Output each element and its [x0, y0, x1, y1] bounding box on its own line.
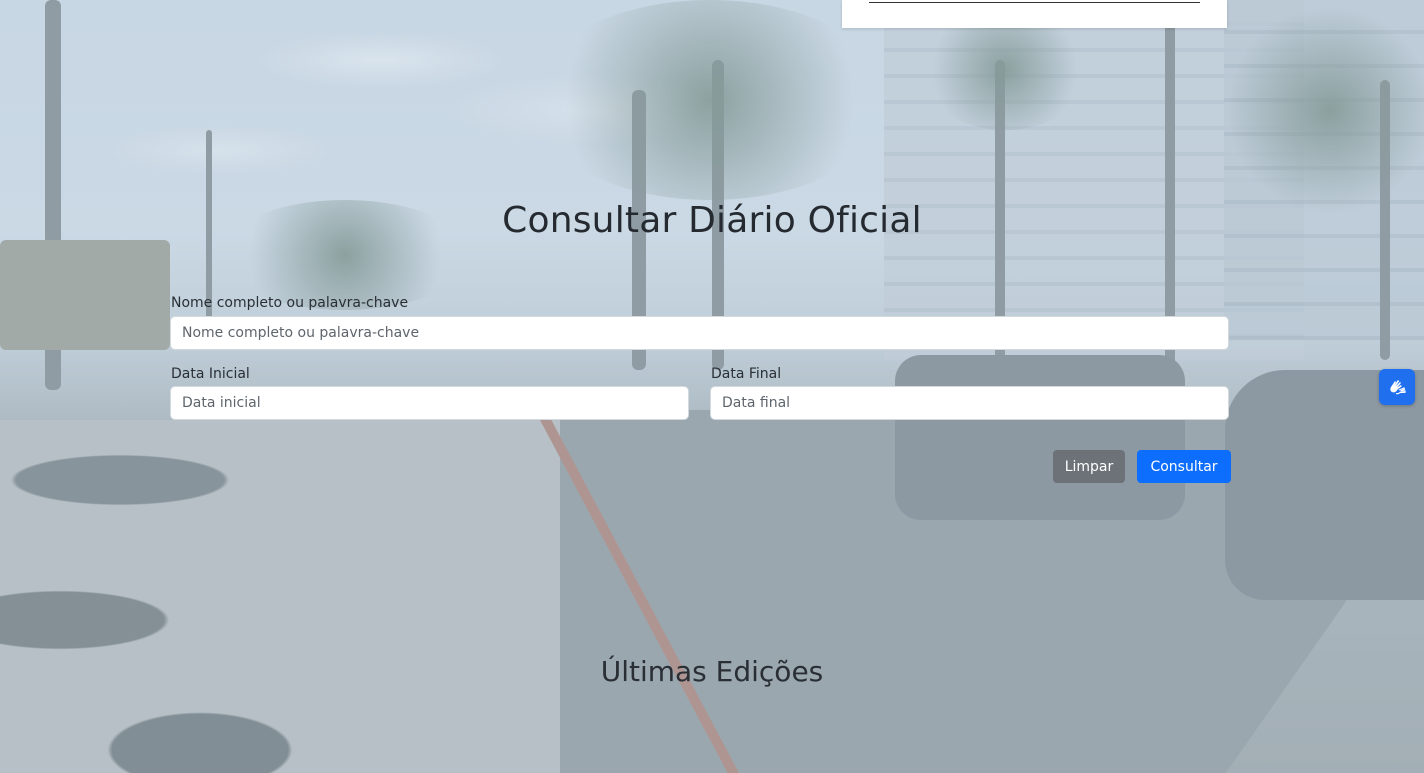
latest-editions-heading: Últimas Edições [600, 655, 824, 688]
end-date-label: Data Final [711, 366, 782, 382]
clear-button[interactable]: Limpar [1053, 450, 1125, 483]
end-date-input[interactable] [710, 386, 1229, 420]
divider [869, 2, 1200, 3]
page: Consultar Diário Oficial Nome completo o… [0, 0, 1424, 773]
start-date-input[interactable] [170, 386, 689, 420]
page-title: Consultar Diário Oficial [502, 200, 922, 241]
edition-preview-thumbnail[interactable] [842, 0, 1227, 28]
sign-language-icon [1390, 380, 1406, 395]
keyword-input[interactable] [170, 316, 1229, 350]
start-date-label: Data Inicial [171, 366, 250, 382]
keyword-label: Nome completo ou palavra-chave [171, 295, 409, 311]
search-button[interactable]: Consultar [1137, 450, 1231, 483]
accessibility-widget-button[interactable] [1379, 369, 1415, 405]
